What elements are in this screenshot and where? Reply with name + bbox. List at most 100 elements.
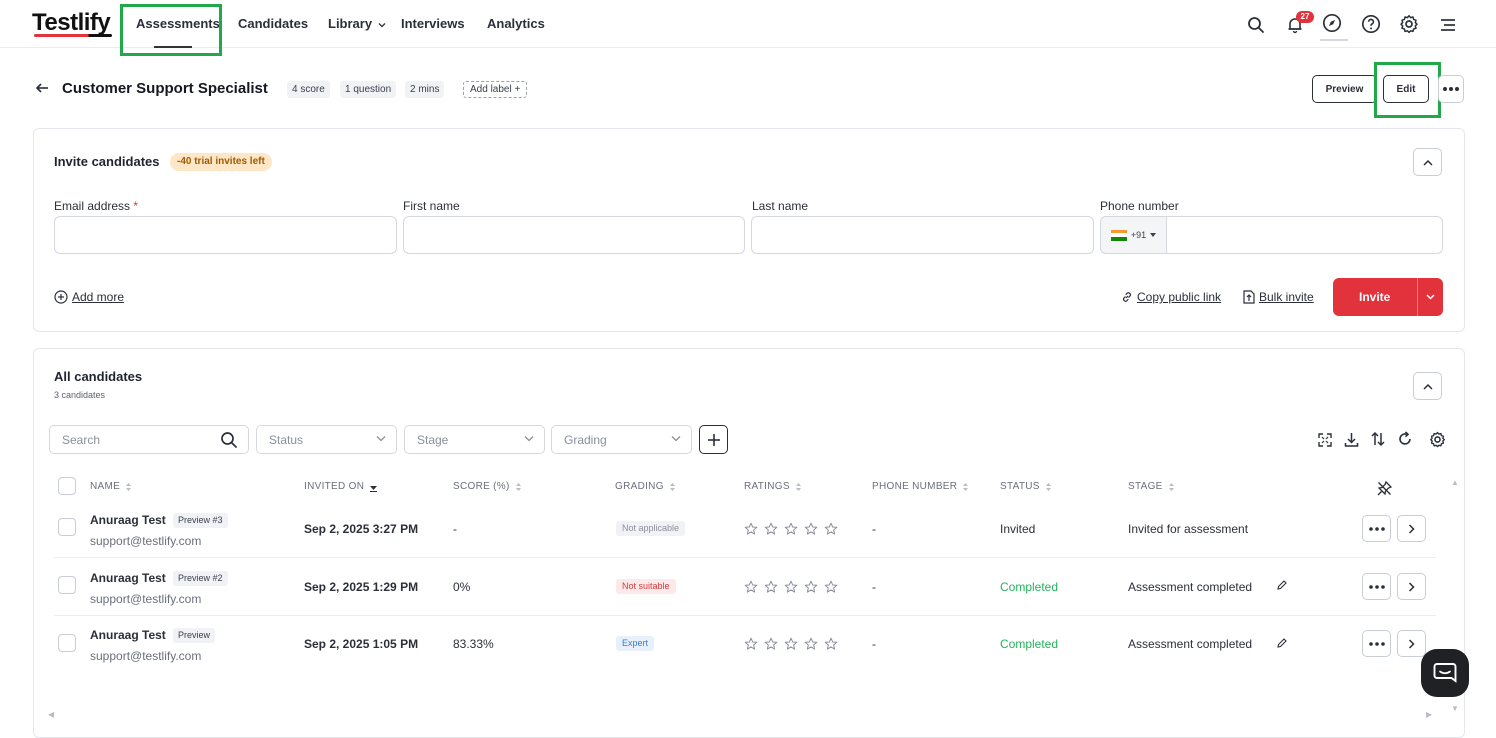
star-icon[interactable]: [804, 522, 818, 541]
add-label-button[interactable]: Add label +: [463, 81, 528, 98]
column-status[interactable]: STATUS: [1000, 481, 1052, 492]
star-icon[interactable]: [824, 522, 838, 541]
column-invited-on[interactable]: INVITED ON: [304, 481, 378, 492]
invite-button[interactable]: Invite: [1333, 278, 1443, 316]
stage-filter[interactable]: Stage: [404, 425, 545, 454]
nav-interviews[interactable]: Interviews: [401, 16, 465, 31]
copy-public-link[interactable]: Copy public link: [1121, 290, 1221, 304]
preview-button[interactable]: Preview: [1312, 75, 1377, 103]
column-score[interactable]: SCORE (%): [453, 481, 522, 492]
star-icon[interactable]: [804, 637, 818, 656]
candidate-tag: Preview #2: [173, 571, 228, 586]
sort-icon[interactable]: [1369, 430, 1387, 448]
edit-stage-icon[interactable]: [1276, 637, 1288, 649]
candidates-card: [33, 348, 1465, 738]
back-arrow-icon[interactable]: [34, 80, 50, 101]
star-icon[interactable]: [744, 580, 758, 599]
star-icon[interactable]: [824, 580, 838, 599]
edit-stage-icon[interactable]: [1276, 579, 1288, 591]
nav-analytics[interactable]: Analytics: [487, 16, 545, 31]
candidate-name[interactable]: Anuraag Test: [90, 571, 166, 585]
column-stage[interactable]: STAGE: [1128, 481, 1175, 492]
top-navigation: Testlify Assessments Candidates Library …: [0, 0, 1496, 48]
unpin-icon[interactable]: [1375, 479, 1393, 497]
candidates-count: 3 candidates: [54, 390, 106, 400]
assessments-highlight-box: [120, 4, 222, 56]
notification-count-badge: 27: [1296, 11, 1314, 23]
rating-stars[interactable]: [744, 637, 838, 656]
star-icon[interactable]: [804, 580, 818, 599]
row-checkbox[interactable]: [58, 634, 76, 652]
nav-library[interactable]: Library: [328, 16, 386, 31]
more-options-button[interactable]: [1438, 75, 1464, 103]
scroll-right-arrow[interactable]: ▶: [1426, 710, 1432, 719]
star-icon[interactable]: [764, 522, 778, 541]
star-icon[interactable]: [784, 522, 798, 541]
star-icon[interactable]: [764, 637, 778, 656]
select-all-checkbox[interactable]: [58, 477, 76, 495]
star-icon[interactable]: [744, 637, 758, 656]
star-icon[interactable]: [744, 522, 758, 541]
candidate-name[interactable]: Anuraag Test: [90, 628, 166, 642]
row-open-button[interactable]: [1397, 573, 1426, 600]
invite-button-divider: [1417, 278, 1418, 316]
status-text: Completed: [1000, 637, 1059, 651]
row-more-button[interactable]: [1362, 573, 1391, 600]
candidate-name[interactable]: Anuraag Test: [90, 513, 166, 527]
menu-icon[interactable]: [1437, 14, 1459, 36]
nav-candidates[interactable]: Candidates: [238, 16, 308, 31]
email-field[interactable]: [54, 216, 397, 254]
sort-arrows-icon: [126, 482, 132, 491]
logo[interactable]: Testlify: [32, 9, 111, 37]
download-icon[interactable]: [1342, 430, 1360, 448]
first-name-field[interactable]: [403, 216, 745, 254]
sort-arrows-icon: [963, 482, 969, 491]
gear-icon[interactable]: [1398, 13, 1420, 35]
chevron-down-icon[interactable]: [1425, 291, 1436, 302]
candidate-tag: Preview: [173, 628, 216, 643]
help-icon[interactable]: [1360, 13, 1382, 35]
last-name-label: Last name: [752, 199, 809, 213]
status-filter-label: Status: [269, 433, 304, 447]
last-name-field[interactable]: [751, 216, 1094, 254]
table-settings-gear-icon[interactable]: [1428, 430, 1446, 448]
search-input[interactable]: Search: [49, 425, 249, 454]
status-filter[interactable]: Status: [256, 425, 397, 454]
refresh-icon[interactable]: [1396, 430, 1414, 448]
add-more-link[interactable]: Add more: [54, 290, 124, 304]
row-more-button[interactable]: [1362, 630, 1391, 657]
add-filter-button[interactable]: [699, 425, 728, 454]
column-phone-number[interactable]: PHONE NUMBER: [872, 481, 969, 492]
star-icon[interactable]: [784, 580, 798, 599]
star-icon[interactable]: [764, 580, 778, 599]
collapse-candidates-button[interactable]: [1413, 372, 1442, 400]
rating-stars[interactable]: [744, 580, 838, 599]
column-grading[interactable]: GRADING: [615, 481, 676, 492]
row-checkbox[interactable]: [58, 518, 76, 536]
column-grading-label: GRADING: [615, 481, 664, 492]
collapse-invite-button[interactable]: [1413, 148, 1442, 176]
bulk-invite-link[interactable]: Bulk invite: [1243, 290, 1314, 304]
scroll-down-arrow[interactable]: ▼: [1451, 704, 1459, 713]
chat-support-button[interactable]: [1421, 649, 1469, 697]
scroll-left-arrow[interactable]: ◀: [48, 710, 54, 719]
search-icon[interactable]: [1245, 14, 1267, 36]
compass-icon[interactable]: [1321, 12, 1343, 34]
phone-label: Phone number: [1100, 199, 1179, 213]
star-icon[interactable]: [784, 637, 798, 656]
column-name[interactable]: NAME: [90, 481, 132, 492]
row-more-button[interactable]: [1362, 515, 1391, 542]
expand-icon[interactable]: [1316, 431, 1334, 449]
row-divider: [54, 557, 1436, 558]
chevron-down-icon: [376, 436, 386, 442]
star-icon[interactable]: [824, 637, 838, 656]
scroll-up-arrow[interactable]: ▲: [1451, 478, 1459, 487]
column-ratings[interactable]: RATINGS: [744, 481, 802, 492]
plus-circle-icon: [54, 290, 68, 304]
grading-filter[interactable]: Grading: [551, 425, 692, 454]
row-open-button[interactable]: [1397, 515, 1426, 542]
row-open-button[interactable]: [1397, 630, 1426, 657]
rating-stars[interactable]: [744, 522, 838, 541]
row-checkbox[interactable]: [58, 576, 76, 594]
country-code-select[interactable]: +91: [1100, 216, 1167, 254]
